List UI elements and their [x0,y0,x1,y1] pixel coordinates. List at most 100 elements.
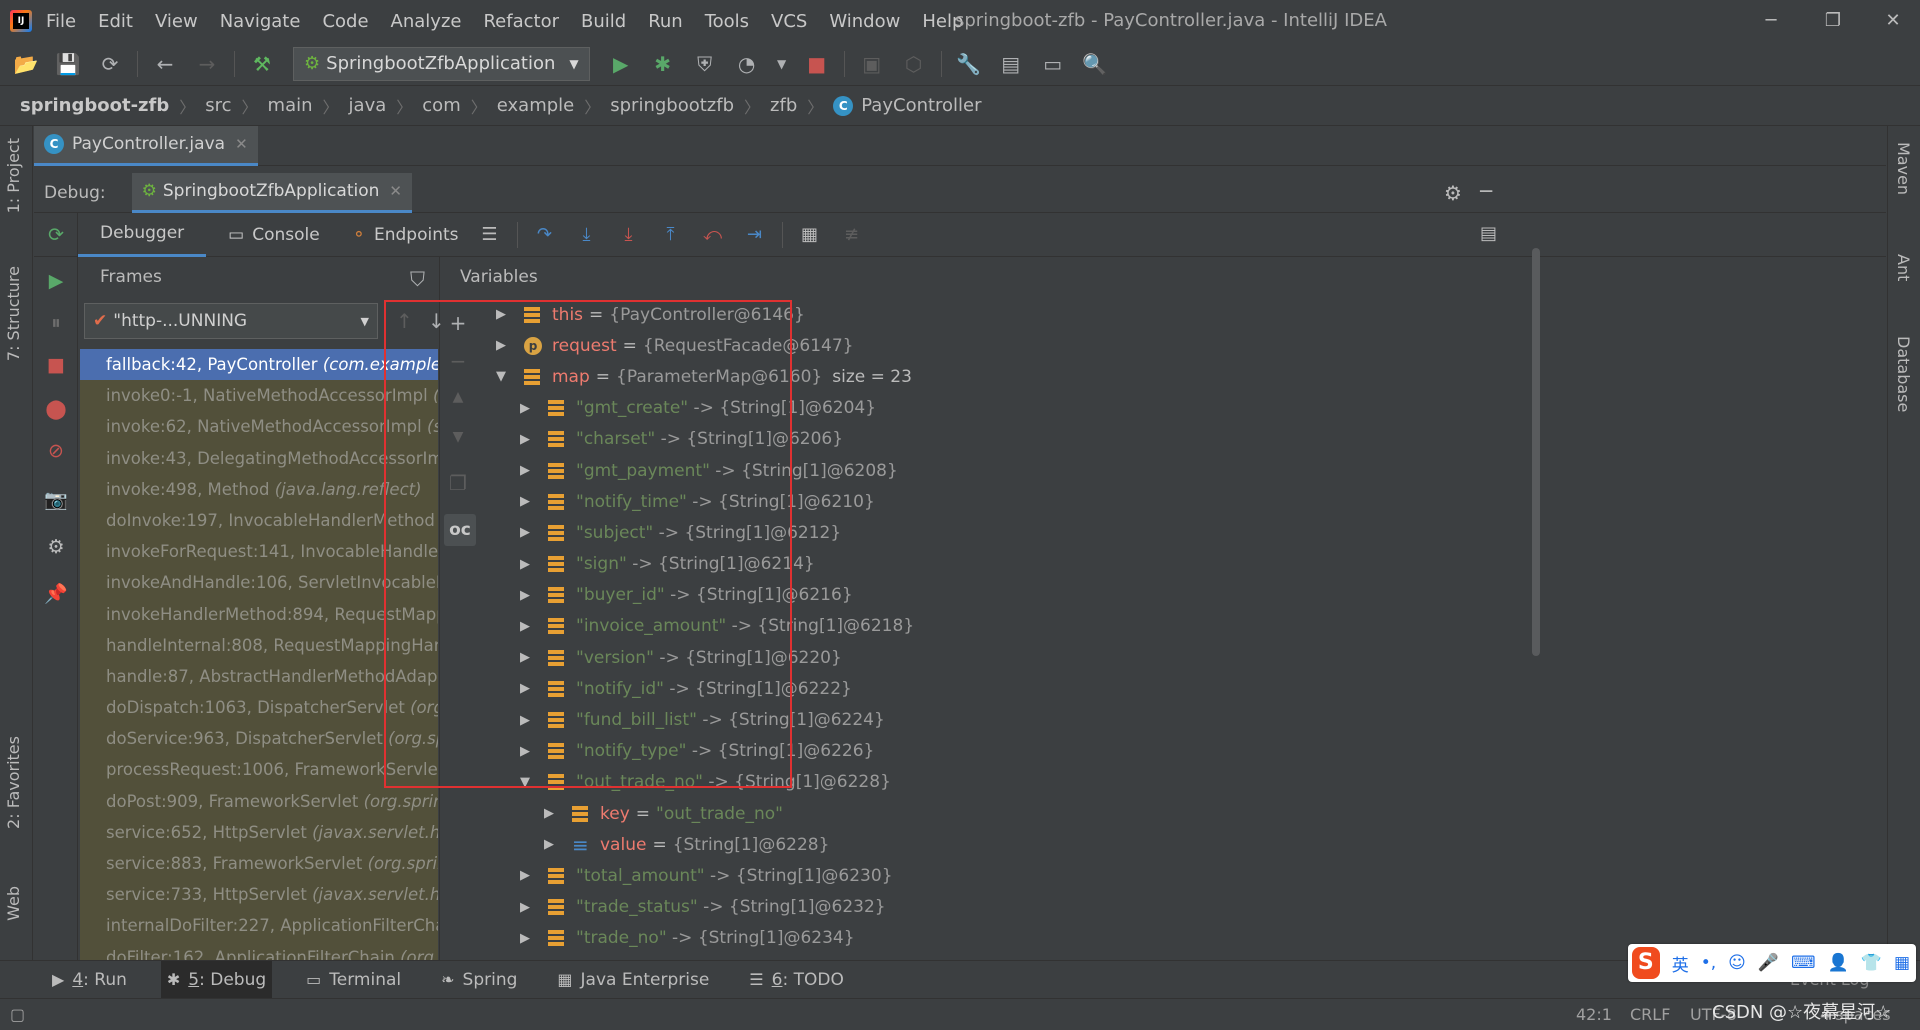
breadcrumb-item[interactable]: main [268,95,313,116]
ant-tool-tab[interactable]: Ant [1894,254,1913,281]
web-tool-tab[interactable]: Web [4,886,23,921]
ime-language[interactable]: 英 [1672,951,1689,976]
coverage-icon[interactable]: ⛨ [691,50,719,78]
layout-menu-icon[interactable]: ☰ [478,223,502,247]
terminal-window-icon[interactable]: ▭ [1039,50,1067,78]
caret-position[interactable]: 42:1 [1576,1005,1612,1024]
debug-bug-icon[interactable]: ✱ [649,50,677,78]
attach-debugger-icon[interactable]: ▣ [858,50,886,78]
frame-row[interactable]: doPost:909, FrameworkServlet (org.spring [80,785,438,817]
breadcrumb-item[interactable]: src [205,95,231,116]
step-out-icon[interactable]: ⤒ [659,223,683,247]
structure-tool-tab[interactable]: 7: Structure [4,266,23,361]
bottom-tab-terminal[interactable]: ▭ Terminal [300,961,407,999]
collapsed-triangle-icon[interactable]: ▶ [518,900,532,915]
tab-debugger[interactable]: Debugger [78,212,207,257]
menu-navigate[interactable]: Navigate [220,11,301,32]
hide-icon[interactable]: ─ [1480,179,1492,203]
microphone-icon[interactable]: 🎤 [1758,953,1779,973]
drop-frame-icon[interactable]: ⤺ [701,223,725,247]
variable-row[interactable]: ▶ "trade_status" -> {String[1]@6232} [480,892,1840,923]
frame-row[interactable]: doFilter:162, ApplicationFilterChain (or… [80,941,438,960]
profile-icon[interactable]: ◔ [733,50,761,78]
frame-row[interactable]: service:652, HttpServlet (javax.servlet.… [80,816,438,848]
step-into-icon[interactable]: ⤓ [617,223,641,247]
menu-refactor[interactable]: Refactor [483,11,559,32]
emoji-icon[interactable]: ☺ [1728,953,1746,973]
trace-icon[interactable]: ≢ [840,223,864,247]
step-over-icon[interactable]: ⤓ [575,223,599,247]
project-structure-icon[interactable]: ▤ [997,50,1025,78]
stop-icon[interactable]: ■ [803,50,831,78]
collapsed-triangle-icon[interactable]: ▶ [518,868,532,883]
breadcrumb-item[interactable]: zfb [770,95,797,116]
user-icon[interactable]: 👤 [1828,953,1849,973]
camera-icon[interactable]: 📷 [44,487,68,511]
forward-icon[interactable]: → [193,50,221,78]
resume-icon[interactable]: ▶ [44,269,68,293]
gear-icon[interactable]: ⚙ [1444,181,1462,205]
save-all-icon[interactable]: 💾 [54,50,82,78]
run-to-cursor-icon[interactable]: ⇥ [743,223,767,247]
close-icon[interactable]: ✕ [389,182,402,200]
bottom-tab-spring[interactable]: ❧ Spring [435,961,523,999]
tab-console[interactable]: ▭ Console [206,213,342,257]
minimize-button[interactable]: ─ [1755,6,1787,36]
skin-icon[interactable]: 👕 [1861,953,1882,973]
breadcrumb-item[interactable]: java [349,95,387,116]
keyboard-icon[interactable]: ⌨ [1791,953,1816,973]
frame-row[interactable]: internalDoFilter:227, ApplicationFilterC… [80,910,438,942]
restore-layout-icon[interactable]: ▤ [1480,223,1497,244]
thread-select[interactable]: ✔ "http-...UNNING ▼ [84,303,378,339]
back-icon[interactable]: ← [151,50,179,78]
frame-row[interactable]: service:883, FrameworkServlet (org.sprin… [80,848,438,880]
collapsed-triangle-icon[interactable]: ▶ [518,931,532,946]
breadcrumb-item[interactable]: springbootzfb [610,95,734,116]
toggle-tool-windows-icon[interactable]: ▢ [10,1005,25,1024]
stop-icon[interactable]: ■ [44,353,68,377]
bottom-tab-run[interactable]: ▶ 4: Run [46,961,133,999]
project-tool-tab[interactable]: 1: Project [4,138,23,213]
line-separator[interactable]: CRLF [1630,1005,1670,1024]
maven-tool-tab[interactable]: Maven [1894,142,1913,195]
evaluate-expression-icon[interactable]: ▦ [798,223,822,247]
menu-run[interactable]: Run [648,11,683,32]
run-icon[interactable]: ▶ [607,50,635,78]
maximize-button[interactable]: ❐ [1817,6,1849,36]
search-icon[interactable]: 🔍 [1081,50,1109,78]
grid-icon[interactable]: ▦ [1894,953,1910,973]
bottom-tab-javaenterprise[interactable]: ▦ Java Enterprise [551,961,715,999]
menu-file[interactable]: File [46,11,76,32]
settings-icon[interactable]: ⚙ [44,535,68,559]
pin-icon[interactable]: 📌 [44,581,68,605]
menu-build[interactable]: Build [581,11,626,32]
favorites-tool-tab[interactable]: 2: Favorites [4,736,23,829]
punctuation-icon[interactable]: •, [1701,953,1716,973]
variable-row[interactable]: ▶ ≡ value = {String[1]@6228} [480,829,1840,860]
vertical-scrollbar[interactable] [1532,248,1540,656]
menu-code[interactable]: Code [322,11,368,32]
sogou-logo[interactable]: S [1632,947,1660,979]
tab-endpoints[interactable]: ⚬ Endpoints [342,213,469,257]
mute-breakpoints-icon[interactable]: ⊘ [44,439,68,463]
menu-tools[interactable]: Tools [705,11,749,32]
filter-icon[interactable]: ⛉ [410,257,440,301]
settings-wrench-icon[interactable]: 🔧 [955,50,983,78]
menu-analyze[interactable]: Analyze [391,11,462,32]
database-tool-tab[interactable]: Database [1894,336,1913,412]
breadcrumb-item[interactable]: PayController [861,95,981,116]
variable-row[interactable]: ▶ key = "out_trade_no" [480,798,1840,829]
close-window-button[interactable]: ✕ [1877,6,1909,36]
menu-window[interactable]: Window [829,11,900,32]
breadcrumb-item[interactable]: example [497,95,574,116]
rerun-icon[interactable]: ⟳ [44,223,68,247]
bottom-tab-debug[interactable]: ✱ 5: Debug [160,960,273,999]
menu-edit[interactable]: Edit [98,11,133,32]
sync-icon[interactable]: ⟳ [96,50,124,78]
breadcrumb-item[interactable]: com [422,95,460,116]
show-execution-point-icon[interactable]: ↷ [533,223,557,247]
breadcrumb-item[interactable]: springboot-zfb [20,95,169,116]
collapsed-triangle-icon[interactable]: ▶ [542,837,556,852]
update-running-icon[interactable]: ⬡ [900,50,928,78]
bottom-tab-todo[interactable]: ☰ 6: TODO [743,961,850,999]
